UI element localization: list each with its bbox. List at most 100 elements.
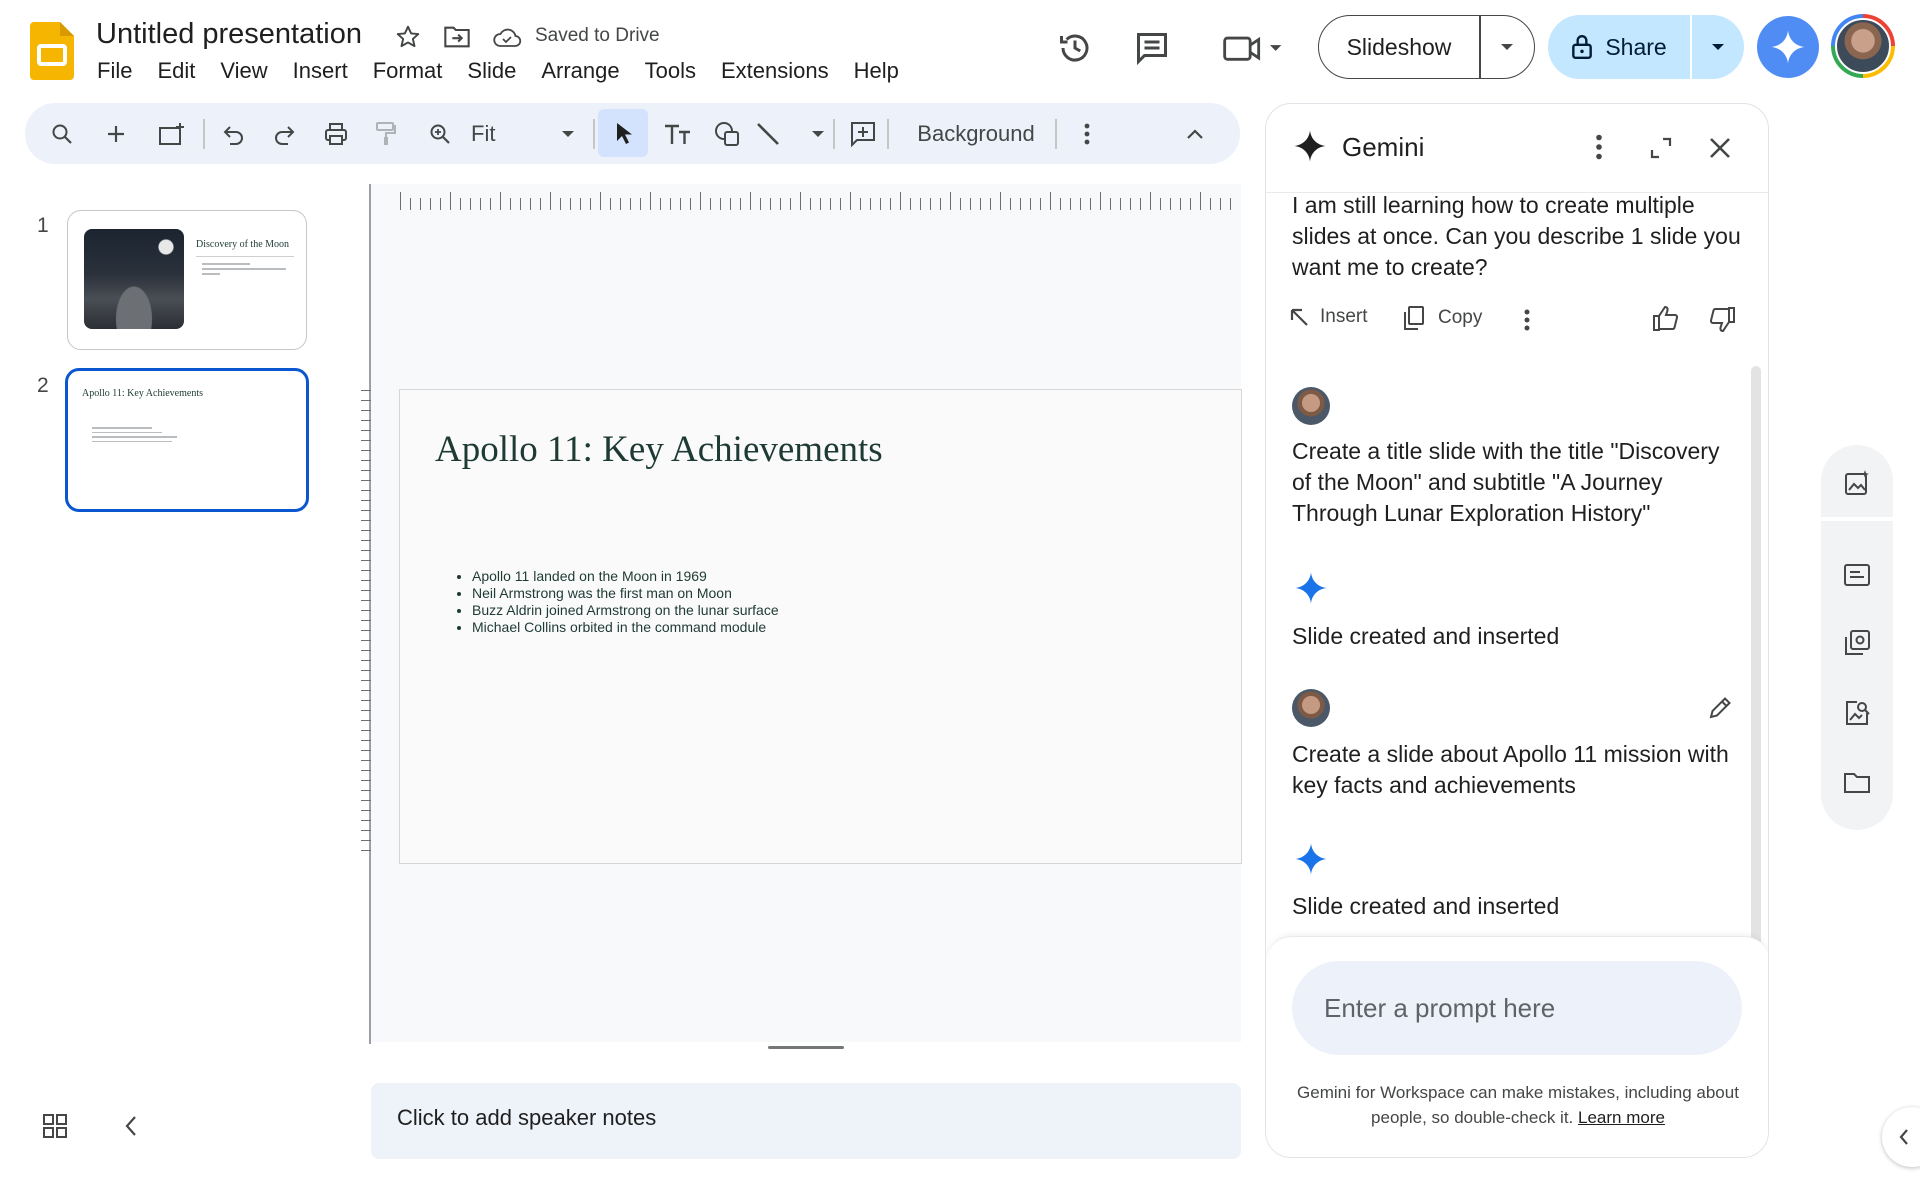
gemini-more-icon[interactable] [1595,134,1603,160]
keep-notes-icon[interactable] [1843,563,1871,587]
share-button[interactable]: Share [1548,15,1744,79]
share-dropdown-icon[interactable] [1692,42,1744,52]
insert-button[interactable]: Insert [1288,306,1368,328]
menu-extensions[interactable]: Extensions [721,58,842,84]
zoom-icon[interactable] [419,103,461,164]
background-label[interactable]: Background [917,121,1034,147]
comments-icon[interactable] [1132,28,1172,68]
toolbar: Fit Background [25,103,1240,164]
more-options-icon[interactable] [1067,103,1107,164]
gemini-star-icon [1771,30,1805,64]
image-search-icon[interactable] [1843,699,1871,727]
menu-view[interactable]: View [220,58,280,84]
background-button[interactable]: Background [901,103,1051,164]
menu-format[interactable]: Format [373,58,456,84]
gemini-toggle-button[interactable] [1757,16,1819,78]
horizontal-ruler-major [400,192,1240,210]
line-dropdown-icon [812,130,824,137]
gemini-reply-1: Slide created and inserted [1292,623,1560,649]
slide-bullet: Apollo 11 landed on the Moon in 1969 [472,568,779,585]
vertical-ruler[interactable] [361,390,371,860]
slideshow-dropdown-icon[interactable] [1481,42,1535,52]
notes-resize-handle[interactable] [768,1046,844,1049]
copy-icon [1404,306,1424,330]
close-icon[interactable] [1708,136,1732,160]
zoom-value[interactable]: Fit [471,121,495,147]
thumbnail-lines [92,427,192,442]
gemini-disclaimer: Gemini for Workspace can make mistakes, … [1286,1080,1750,1130]
zoom-select[interactable]: Fit [467,103,579,164]
insert-label[interactable]: Insert [1320,306,1368,328]
menu-help[interactable]: Help [854,58,912,84]
slides-library-icon[interactable] [1843,629,1871,657]
slides-logo-icon[interactable] [30,22,74,80]
search-icon[interactable] [41,103,83,164]
thumbs-down-icon[interactable] [1707,306,1737,334]
gemini-title: Gemini [1342,132,1425,162]
slide-title[interactable]: Apollo 11: Key Achievements [435,428,883,471]
star-icon[interactable] [391,20,425,54]
collapse-toolbar-icon[interactable] [1175,103,1215,164]
speaker-notes[interactable]: Click to add speaker notes [371,1083,1241,1159]
add-comment-icon[interactable] [841,103,885,164]
account-avatar[interactable] [1831,14,1895,78]
expand-icon[interactable] [1649,136,1673,160]
menu-file[interactable]: File [97,58,145,84]
text-box-icon[interactable] [655,103,701,164]
meet-icon[interactable] [1218,28,1288,68]
menu-slide[interactable]: Slide [467,58,529,84]
undo-icon[interactable] [213,103,255,164]
thumbnail-divider [196,256,294,257]
menu-edit[interactable]: Edit [157,58,208,84]
lock-icon [1572,34,1593,60]
share-label[interactable]: Share [1605,34,1666,61]
slideshow-button[interactable]: Slideshow [1318,15,1535,79]
slide-thumbnail-2[interactable]: Apollo 11: Key Achievements [65,368,309,512]
grid-view-icon[interactable] [42,1113,68,1139]
thumbnail-lines [202,263,290,275]
user-prompt-1: Create a title slide with the title "Dis… [1292,438,1720,526]
learn-more-link[interactable]: Learn more [1578,1108,1665,1127]
thumbs-up-icon[interactable] [1651,304,1681,332]
new-slide-with-layout-icon[interactable] [151,103,193,164]
collapse-filmstrip-icon[interactable] [124,1114,138,1138]
slide-number-1: 1 [37,214,49,237]
menu-tools[interactable]: Tools [645,58,709,84]
slide-bullet: Neil Armstrong was the first man on Moon [472,585,779,602]
slideshow-label[interactable]: Slideshow [1319,34,1479,61]
shape-icon[interactable] [705,103,749,164]
response-more-icon[interactable] [1523,309,1531,331]
copy-label[interactable]: Copy [1438,307,1482,329]
edit-prompt-icon[interactable] [1707,695,1733,721]
menu-arrange[interactable]: Arrange [541,58,632,84]
redo-icon[interactable] [263,103,305,164]
menu-insert[interactable]: Insert [293,58,361,84]
document-title[interactable]: Untitled presentation [96,18,362,51]
cloud-saved-icon[interactable] [490,20,524,54]
slide-bullet: Buzz Aldrin joined Armstrong on the luna… [472,602,779,619]
chat-scrollbar[interactable] [1751,366,1761,946]
copy-button[interactable]: Copy [1402,305,1482,331]
line-tool[interactable] [755,103,825,164]
gemini-intro-message: I am still learning how to create multip… [1292,192,1741,280]
select-tool-icon[interactable] [598,109,648,157]
save-status: Saved to Drive [535,25,660,46]
thumbnail-astronaut-image [84,229,184,329]
print-icon[interactable] [315,103,357,164]
line-icon [757,122,779,145]
thumbnail-title: Apollo 11: Key Achievements [82,388,203,399]
folder-icon[interactable] [1843,771,1871,795]
prompt-input[interactable]: Enter a prompt here [1292,961,1742,1055]
new-slide-plus-icon[interactable] [95,103,137,164]
move-to-folder-icon[interactable] [440,20,474,54]
share-main[interactable]: Share [1548,34,1690,61]
slide-thumbnail-1[interactable]: Discovery of the Moon [67,210,307,350]
slide-bullet-list[interactable]: Apollo 11 landed on the Moon in 1969 Nei… [454,568,779,636]
paint-format-icon[interactable] [365,103,407,164]
gemini-reply-star-icon [1294,842,1328,876]
generate-image-icon[interactable] [1843,469,1871,497]
show-side-panel-button[interactable] [1882,1107,1920,1167]
version-history-icon[interactable] [1055,28,1095,68]
slide-canvas[interactable]: Apollo 11: Key Achievements Apollo 11 la… [399,389,1242,864]
slide-number-2: 2 [37,374,49,397]
